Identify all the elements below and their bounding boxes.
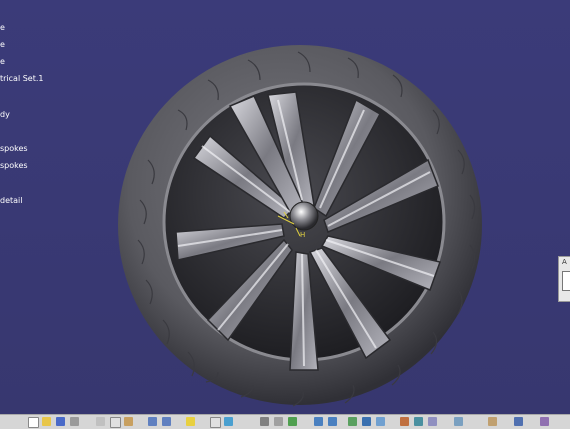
tree-node-geometrical-set[interactable]: trical Set.1 [0, 74, 43, 84]
axis-icon[interactable] [540, 417, 549, 426]
fly-icon[interactable] [224, 417, 233, 426]
rotate-icon[interactable] [288, 417, 297, 426]
undo-icon[interactable] [148, 417, 157, 426]
tree-node[interactable]: e [0, 57, 5, 67]
sketch-icon[interactable] [514, 417, 523, 426]
zoom-out-icon[interactable] [328, 417, 337, 426]
side-panel[interactable]: A [558, 256, 570, 302]
3d-viewport[interactable]: e e e trical Set.1 dy spokes spokes deta… [0, 0, 570, 414]
select-icon[interactable] [210, 417, 221, 428]
tree-node[interactable]: e [0, 23, 5, 33]
bottom-toolbar [0, 414, 570, 429]
swap-icon[interactable] [428, 417, 437, 426]
redo-icon[interactable] [162, 417, 171, 426]
fit-all-icon[interactable] [260, 417, 269, 426]
tree-node-detail[interactable]: detail [0, 196, 22, 206]
wheel-3d-model[interactable]: H [118, 40, 488, 410]
help-icon[interactable] [186, 417, 195, 426]
zoom-in-icon[interactable] [314, 417, 323, 426]
apply-material-icon[interactable] [488, 417, 497, 426]
cut-icon[interactable] [96, 417, 105, 426]
copy-icon[interactable] [110, 417, 121, 428]
svg-text:H: H [300, 231, 305, 239]
specification-tree[interactable]: e e e trical Set.1 dy spokes spokes deta… [0, 0, 120, 414]
side-panel-field[interactable] [562, 271, 570, 291]
views-icon[interactable] [376, 417, 385, 426]
measure-icon[interactable] [454, 417, 463, 426]
tree-node-spokes[interactable]: spokes [0, 144, 28, 154]
tree-node[interactable]: e [0, 40, 5, 50]
tree-node-body[interactable]: dy [0, 110, 10, 120]
tree-node-spokes[interactable]: spokes [0, 161, 28, 171]
render-icon[interactable] [400, 417, 409, 426]
multi-view-icon[interactable] [362, 417, 371, 426]
wheel-hub [289, 201, 319, 231]
hide-show-icon[interactable] [414, 417, 423, 426]
normal-view-icon[interactable] [348, 417, 357, 426]
print-icon[interactable] [70, 417, 79, 426]
new-icon[interactable] [28, 417, 39, 428]
save-icon[interactable] [56, 417, 65, 426]
paste-icon[interactable] [124, 417, 133, 426]
pan-icon[interactable] [274, 417, 283, 426]
side-panel-title: A [562, 258, 567, 266]
open-icon[interactable] [42, 417, 51, 426]
